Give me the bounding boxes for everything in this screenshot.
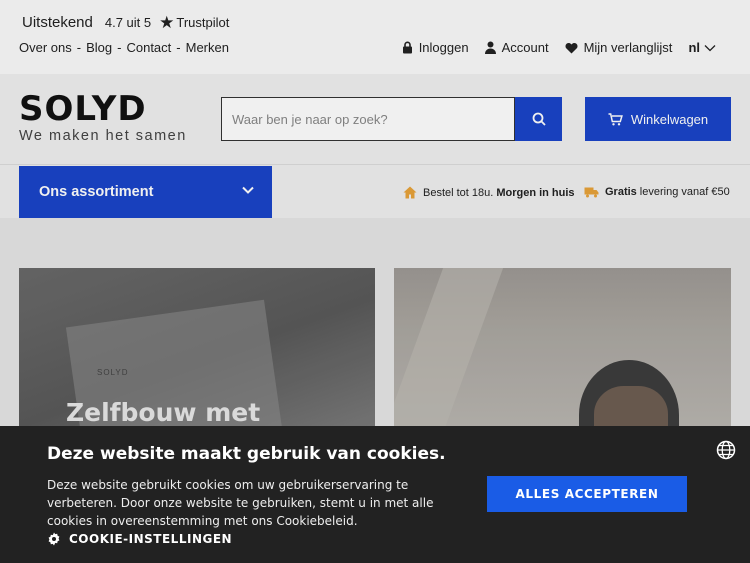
cookie-settings-button[interactable]: COOKIE-INSTELLINGEN <box>47 532 232 546</box>
gear-icon <box>48 532 60 546</box>
cookie-body: Deze website gebruikt cookies om uw gebr… <box>47 478 434 528</box>
cookie-settings-label: COOKIE-INSTELLINGEN <box>69 532 233 546</box>
page-dim-overlay <box>0 0 750 426</box>
cookie-title: Deze website maakt gebruik van cookies. <box>47 444 446 464</box>
globe-icon[interactable] <box>716 440 736 460</box>
accept-all-cookies-button[interactable]: ALLES ACCEPTEREN <box>487 476 687 512</box>
cookie-banner: Deze website maakt gebruik van cookies. … <box>0 426 750 563</box>
